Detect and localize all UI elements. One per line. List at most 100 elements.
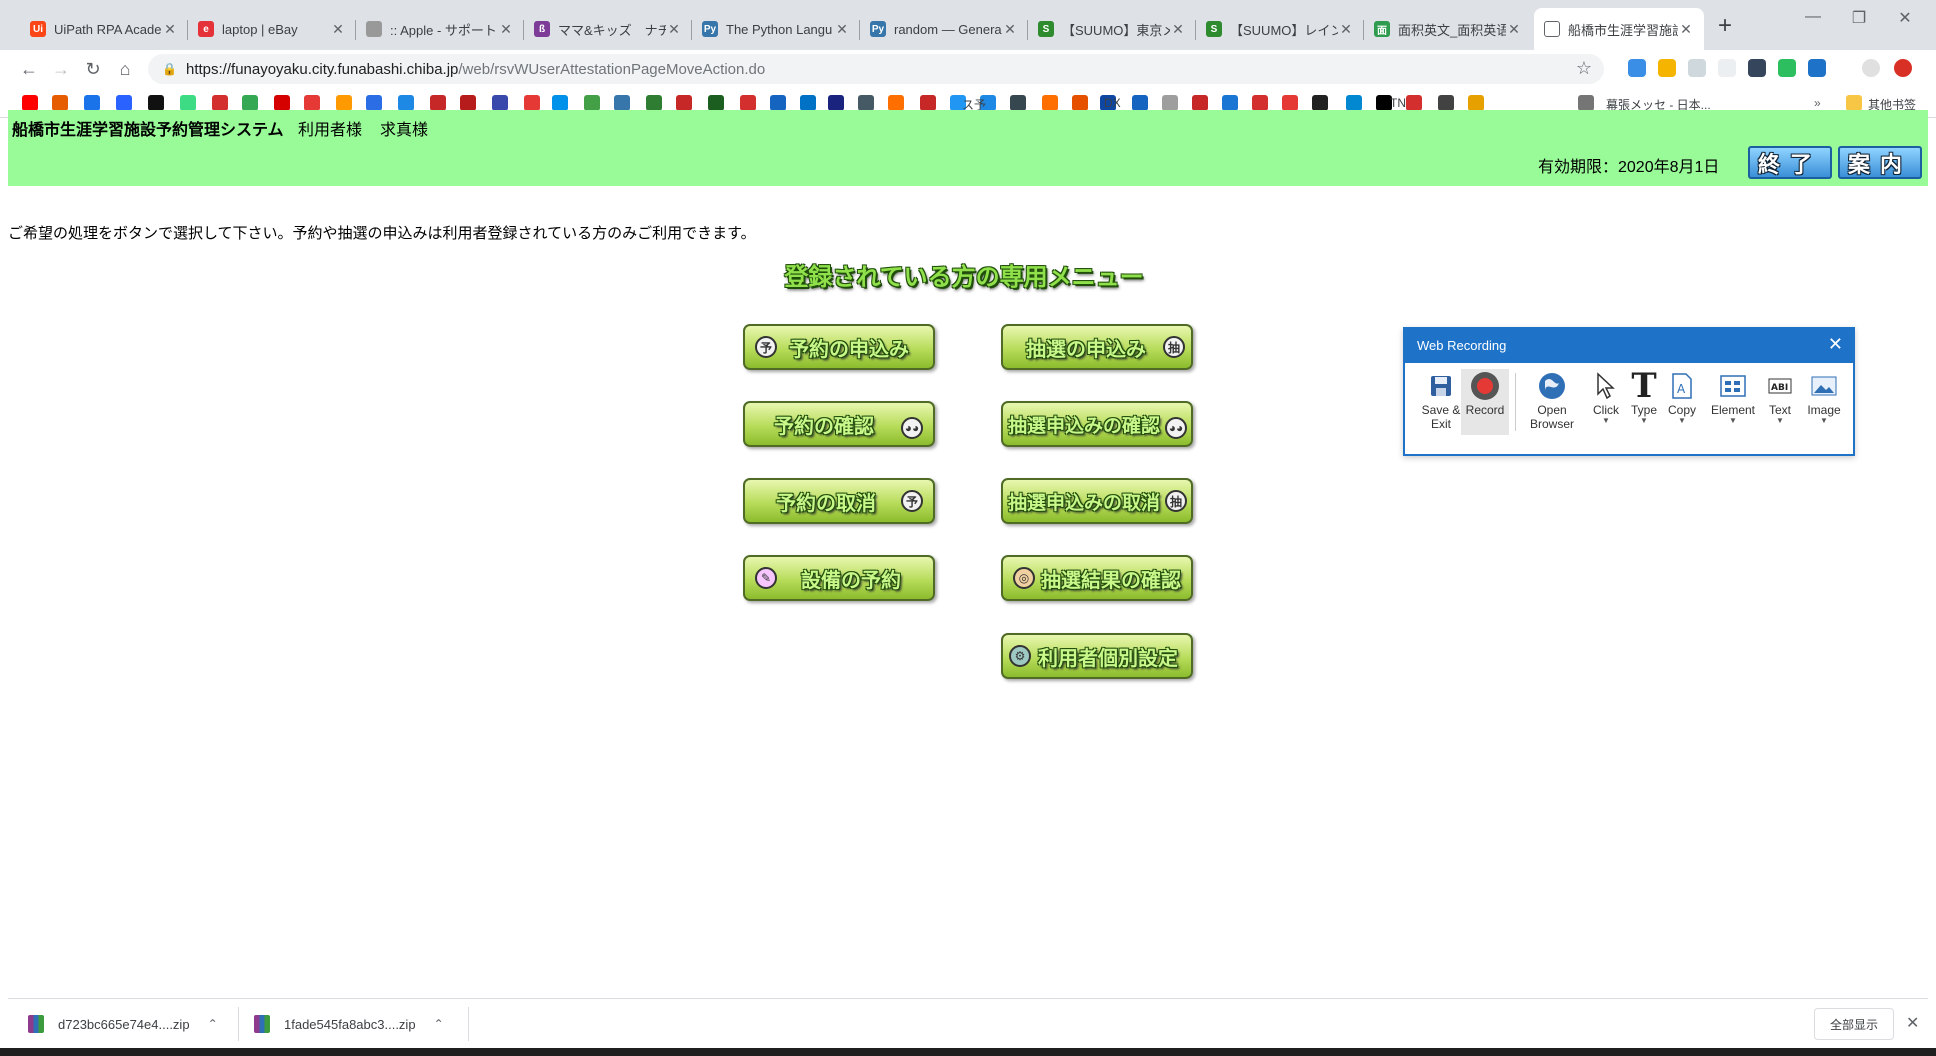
bookmark-favicon-icon[interactable] [212,95,228,111]
bookmark-favicon-icon[interactable] [180,95,196,111]
address-bar[interactable]: 🔒 https://funayoyaku.city.funabashi.chib… [148,54,1604,84]
bookmark-favicon-icon[interactable] [614,95,630,111]
browser-tab[interactable]: 面面积英文_面积英语 ✕ [1364,8,1532,50]
reserve-apply-button[interactable]: 予 予約の申込み [743,324,935,370]
bookmark-favicon-icon[interactable] [1468,95,1484,111]
download-item[interactable]: d723bc665e74e4....zip ⌃ [28,999,218,1049]
bookmark-favicon-icon[interactable] [1192,95,1208,111]
uipath-extension-icon[interactable] [1808,59,1826,77]
chevron-up-icon[interactable]: ⌃ [208,1017,218,1031]
lottery-confirm-button[interactable]: 抽選申込みの確認 ◕◕ [1001,401,1193,447]
bookmark-favicon-icon[interactable] [584,95,600,111]
close-window-button[interactable]: ✕ [1882,8,1928,28]
new-tab-button[interactable]: + [1718,12,1732,40]
bookmark-favicon-icon[interactable] [1222,95,1238,111]
minimize-button[interactable]: — [1790,8,1836,26]
bookmark-favicon-icon[interactable] [1578,95,1594,111]
open-browser-button[interactable]: Open Browser [1521,369,1583,435]
bookmark-favicon-icon[interactable] [1312,95,1328,111]
reload-icon[interactable]: ↻ [80,56,106,82]
tumblr-icon[interactable] [1748,59,1766,77]
bookmark-favicon-icon[interactable] [858,95,874,111]
show-all-downloads-button[interactable]: 全部显示 [1814,1008,1894,1040]
type-button[interactable]: T Type ▼ [1623,366,1665,435]
download-item[interactable]: 1fade545fa8abc3....zip ⌃ [254,999,444,1049]
bookmark-favicon-icon[interactable] [304,95,320,111]
browser-tab[interactable]: S 【SUUMO】東京メ ✕ [1028,8,1196,50]
bookmark-favicon-icon[interactable] [22,95,38,111]
bookmark-favicon-icon[interactable] [460,95,476,111]
bookmark-favicon-icon[interactable] [274,95,290,111]
tab-close-icon[interactable]: ✕ [834,21,850,38]
profile-avatar[interactable] [1862,59,1880,77]
copy-button[interactable]: A Copy ▼ [1661,369,1703,435]
browser-tab[interactable]: ß ママ&キッズ ナチ ✕ [524,8,692,50]
browser-tab[interactable]: S 【SUUMO】レイン ✕ [1196,8,1364,50]
tab-close-icon[interactable]: ✕ [162,21,178,38]
bookmark-favicon-icon[interactable] [676,95,692,111]
tab-close-icon[interactable]: ✕ [1002,21,1018,38]
extension-icon[interactable] [1688,59,1706,77]
tab-close-icon[interactable]: ✕ [1678,21,1694,38]
bookmark-item[interactable]: TN [1390,96,1406,110]
tab-close-icon[interactable]: ✕ [1506,21,1522,38]
bookmark-favicon-icon[interactable] [1010,95,1026,111]
close-icon[interactable]: ✕ [1828,334,1843,355]
bookmark-favicon-icon[interactable] [888,95,904,111]
lottery-cancel-button[interactable]: 抽選申込みの取消 抽 [1001,478,1193,524]
bookmark-favicon-icon[interactable] [800,95,816,111]
guide-button[interactable]: 案内 [1838,146,1922,179]
save-exit-button[interactable]: Save & Exit [1417,369,1465,435]
close-icon[interactable]: ✕ [1906,1013,1919,1033]
bookmark-favicon-icon[interactable] [920,95,936,111]
bookmark-favicon-icon[interactable] [740,95,756,111]
browser-tab[interactable]: e laptop | eBay ✕ [188,8,356,50]
bookmark-star-icon[interactable]: ☆ [1576,58,1592,79]
bookmark-favicon-icon[interactable] [148,95,164,111]
bookmark-favicon-icon[interactable] [1072,95,1088,111]
evernote-icon[interactable] [1778,59,1796,77]
extension-icon[interactable] [1718,59,1736,77]
bookmark-favicon-icon[interactable] [770,95,786,111]
bookmark-favicon-icon[interactable] [430,95,446,111]
lottery-result-button[interactable]: ◎ 抽選結果の確認 [1001,555,1193,601]
bookmark-item[interactable]: DX [1104,96,1121,110]
text-button[interactable]: ABI Text ▼ [1759,369,1801,435]
tab-close-icon[interactable]: ✕ [330,21,346,38]
user-settings-button[interactable]: ⚙ 利用者個別設定 [1001,633,1193,679]
bookmark-favicon-icon[interactable] [1132,95,1148,111]
tab-close-icon[interactable]: ✕ [498,21,514,38]
bookmark-favicon-icon[interactable] [552,95,568,111]
home-icon[interactable]: ⌂ [112,56,138,82]
update-icon[interactable] [1894,59,1912,77]
bookmark-favicon-icon[interactable] [366,95,382,111]
bookmark-favicon-icon[interactable] [336,95,352,111]
bookmark-favicon-icon[interactable] [524,95,540,111]
back-icon[interactable]: ← [16,56,42,82]
tab-close-icon[interactable]: ✕ [1338,21,1354,38]
restore-button[interactable]: ❐ [1836,8,1882,28]
bookmark-favicon-icon[interactable] [646,95,662,111]
element-button[interactable]: Element ▼ [1705,369,1761,435]
record-button[interactable]: Record [1461,369,1509,435]
reserve-confirm-button[interactable]: 予約の確認 ◕◕ [743,401,935,447]
browser-tab[interactable]: 船橋市生涯学習施設 ✕ [1534,8,1704,50]
browser-tab[interactable]: :: Apple - サポート ✕ [356,8,524,50]
equipment-reserve-button[interactable]: ✎ 設備の予約 [743,555,935,601]
more-bookmarks-icon[interactable]: » [1814,96,1821,110]
tab-close-icon[interactable]: ✕ [1170,21,1186,38]
extension-icon[interactable] [1628,59,1646,77]
bookmark-favicon-icon[interactable] [708,95,724,111]
bookmark-favicon-icon[interactable] [1162,95,1178,111]
browser-tab[interactable]: Py The Python Langu ✕ [692,8,860,50]
bookmark-favicon-icon[interactable] [1346,95,1362,111]
bookmark-favicon-icon[interactable] [52,95,68,111]
browser-tab[interactable]: Ui UiPath RPA Acade ✕ [20,8,188,50]
bookmark-favicon-icon[interactable] [828,95,844,111]
click-button[interactable]: Click ▼ [1585,369,1627,435]
bookmark-favicon-icon[interactable] [116,95,132,111]
bookmark-favicon-icon[interactable] [1406,95,1422,111]
chevron-up-icon[interactable]: ⌃ [434,1017,444,1031]
bookmark-favicon-icon[interactable] [1438,95,1454,111]
bookmark-favicon-icon[interactable] [1282,95,1298,111]
